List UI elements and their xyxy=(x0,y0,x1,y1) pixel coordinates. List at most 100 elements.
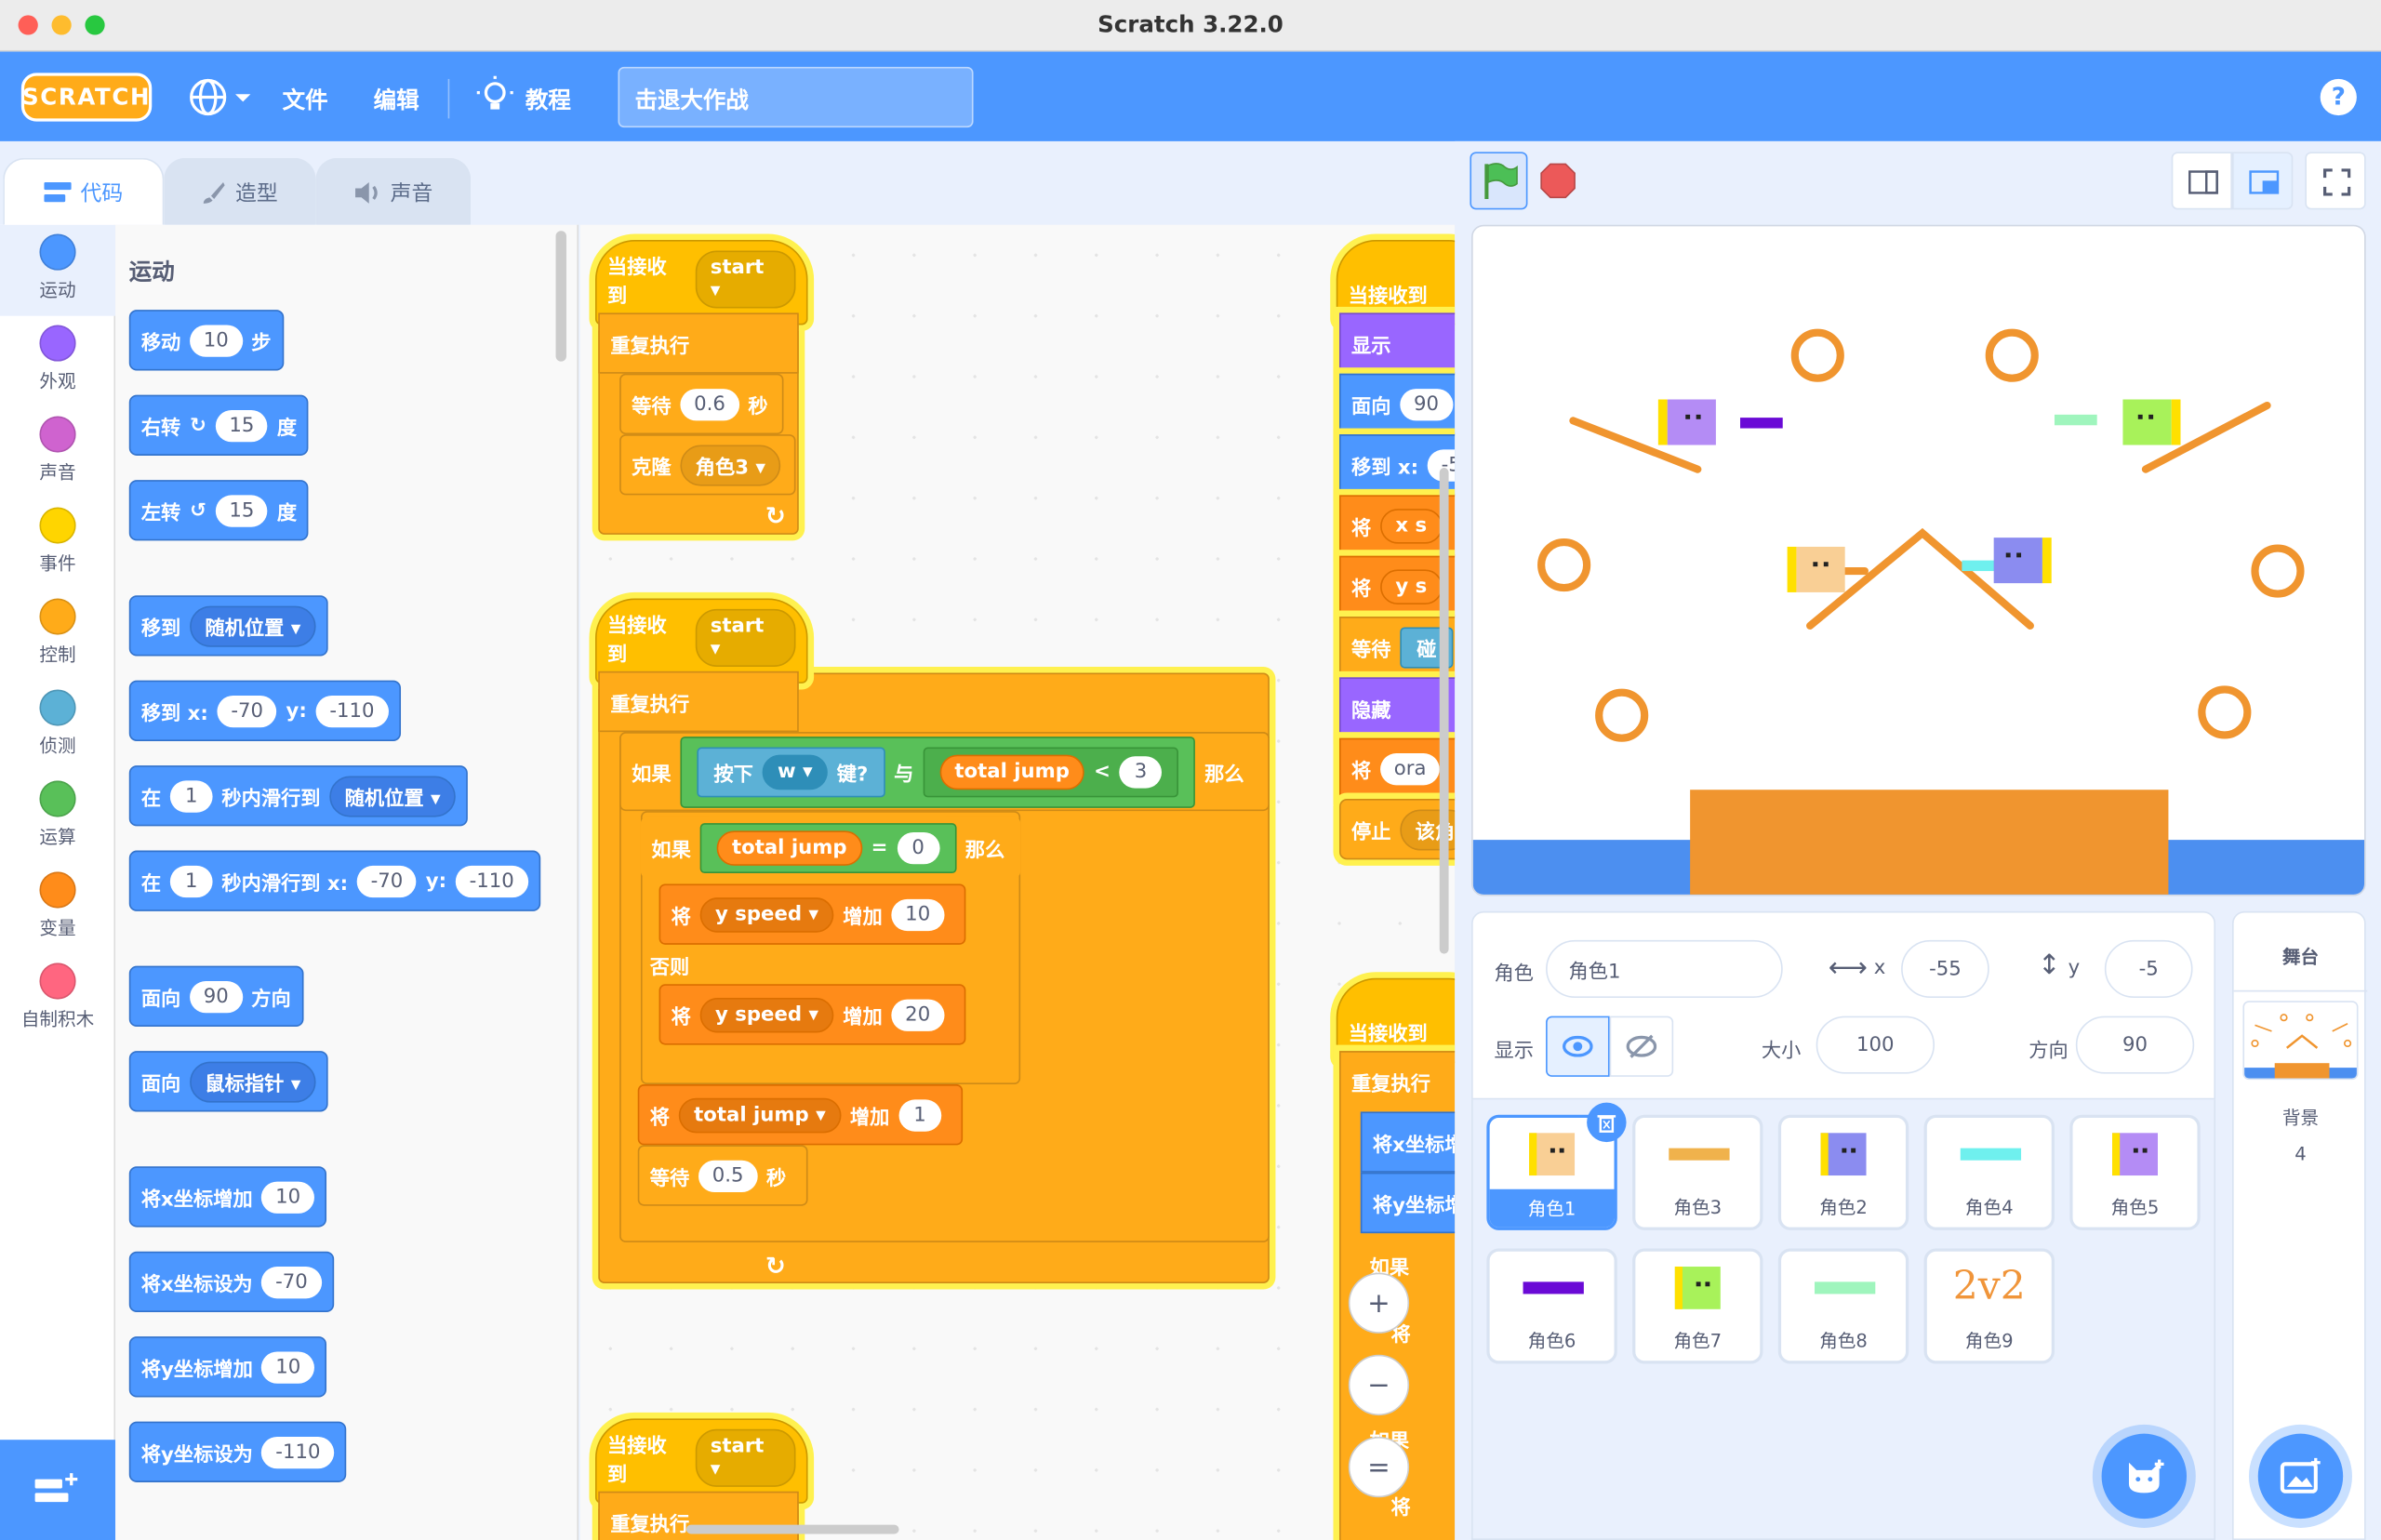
workspace-v-scrollbar[interactable] xyxy=(1439,468,1449,954)
and-operator[interactable]: 按下 w ▾ 键? 与 total jump <3 xyxy=(680,736,1196,808)
tab-code[interactable]: 代码 xyxy=(3,157,165,225)
palette-scrollbar[interactable] xyxy=(555,231,566,362)
block-input[interactable]: 1 xyxy=(169,779,213,812)
glide-xy-block[interactable]: 在 1 秒内滑行到 x: -70 y: -110 xyxy=(128,850,540,911)
block-input[interactable]: 20 xyxy=(891,998,944,1031)
scratch-logo[interactable]: SCRATCH xyxy=(20,73,153,122)
move-steps-block[interactable]: 移动 10 步 xyxy=(128,310,284,371)
help-button[interactable]: ? xyxy=(2320,78,2357,116)
message-dropdown[interactable]: start ▾ xyxy=(695,608,796,667)
direction-input[interactable]: 90 xyxy=(2075,1016,2195,1074)
sprite-tile[interactable]: 角色3 xyxy=(1632,1114,1763,1230)
goto-block[interactable]: 移到 随机位置 ▾ xyxy=(128,595,328,657)
block-input[interactable]: 15 xyxy=(215,494,269,526)
set-y-block[interactable]: 将y坐标设为 -110 xyxy=(128,1421,347,1482)
large-stage-button[interactable] xyxy=(2231,152,2294,210)
if-else-block[interactable]: 如果 total jump = 0 那么 xyxy=(640,816,1021,878)
stage-thumbnail[interactable] xyxy=(2242,1001,2359,1081)
variable-reporter[interactable]: total jump xyxy=(939,753,1085,790)
block-input[interactable]: -110 xyxy=(315,695,389,727)
stop-button[interactable] xyxy=(1540,163,1576,199)
category-operators[interactable]: 运算 xyxy=(0,772,115,863)
sprite-tile[interactable]: 角色5 xyxy=(2069,1114,2201,1230)
show-block[interactable]: 显示 xyxy=(1338,312,1456,374)
point-towards-block[interactable]: 面向 鼠标指针 ▾ xyxy=(128,1051,328,1112)
variable-dropdown[interactable]: y speed ▾ xyxy=(699,896,834,932)
turn-right-block[interactable]: 右转 ↻ 15 度 xyxy=(128,394,310,456)
set-x-block[interactable]: 将x坐标设为 -70 xyxy=(128,1251,334,1313)
add-extension-button[interactable] xyxy=(0,1440,116,1540)
change-y-block[interactable]: 将y坐标增加 10 xyxy=(128,1336,327,1398)
block-input[interactable]: 10 xyxy=(261,1350,315,1383)
variable-dropdown[interactable]: total jump ▾ xyxy=(678,1096,842,1133)
category-sensing[interactable]: 侦测 xyxy=(0,681,115,772)
sprite-name-input[interactable]: 角色1 xyxy=(1546,939,1783,998)
equals-operator[interactable]: total jump = 0 xyxy=(699,822,956,873)
sprite-tile[interactable]: 角色8 xyxy=(1777,1248,1909,1364)
wait-block[interactable]: 等待 0.5 秒 xyxy=(637,1145,808,1206)
change-variable-block[interactable]: 将 y speed ▾ 增加 20 xyxy=(658,984,966,1045)
block-input[interactable]: 10 xyxy=(261,1180,314,1214)
choose-backdrop-button[interactable] xyxy=(2257,1433,2344,1520)
block-input[interactable]: 0 xyxy=(897,831,939,864)
category-events[interactable]: 事件 xyxy=(0,498,115,590)
tutorials-menu[interactable]: 教程 xyxy=(476,75,583,119)
category-sound[interactable]: 声音 xyxy=(0,407,115,498)
block-input[interactable]: 90 xyxy=(1400,388,1453,420)
code-workspace[interactable]: 当接收到 start ▾ 重复执行 等待 0.6 秒 克隆 角色3 ▾ ↻ 当接收到 st… xyxy=(579,224,1456,1540)
zoom-reset-button[interactable]: = xyxy=(1348,1436,1410,1498)
stop-block[interactable]: 停止 该角 xyxy=(1338,799,1456,860)
block-input[interactable]: 1 xyxy=(169,865,213,897)
file-menu[interactable]: 文件 xyxy=(283,84,328,115)
size-input[interactable]: 100 xyxy=(1816,1016,1935,1074)
choose-sprite-button[interactable] xyxy=(2101,1433,2188,1520)
point-direction-block[interactable]: 面向 90 方向 xyxy=(128,965,303,1028)
block-input[interactable]: -110 xyxy=(455,865,528,897)
change-y-block[interactable]: 将y坐标增 xyxy=(1360,1172,1456,1234)
create-clone-block[interactable]: 克隆 角色3 ▾ xyxy=(619,434,796,496)
hide-block[interactable]: 隐藏 xyxy=(1338,677,1456,738)
block-input[interactable]: 10 xyxy=(190,324,243,356)
project-title-input[interactable]: 击退大作战 xyxy=(618,66,974,128)
block-input[interactable]: -70 xyxy=(217,695,277,727)
glide-block[interactable]: 在 1 秒内滑行到 随机位置 ▾ xyxy=(128,765,469,827)
block-input[interactable]: 10 xyxy=(891,898,944,931)
sprite-tile[interactable]: 角色2 xyxy=(1777,1114,1909,1230)
zoom-in-button[interactable]: + xyxy=(1348,1272,1410,1334)
language-menu[interactable] xyxy=(180,73,264,121)
message-dropdown[interactable]: start ▾ xyxy=(695,250,796,309)
fullscreen-button[interactable] xyxy=(2305,152,2366,210)
category-my-blocks[interactable]: 自制积木 xyxy=(0,954,115,1045)
sprite-tile[interactable]: 角色7 xyxy=(1632,1248,1763,1364)
goto-xy-block[interactable]: 移到 x: -70 y: -110 xyxy=(128,680,401,741)
block-input[interactable]: ora xyxy=(1380,752,1441,785)
change-x-block[interactable]: 将x坐标增 xyxy=(1360,1111,1456,1173)
key-pressed-sensing[interactable]: 按下 w ▾ 键? xyxy=(697,746,885,797)
turn-left-block[interactable]: 左转 ↺ 15 度 xyxy=(128,480,310,541)
point-towards-dropdown[interactable]: 鼠标指针 ▾ xyxy=(190,1060,316,1102)
block-input[interactable]: -70 xyxy=(261,1266,322,1298)
clone-dropdown[interactable]: 角色3 ▾ xyxy=(680,444,781,485)
x-position-input[interactable]: -55 xyxy=(1901,939,1989,998)
wait-block[interactable]: 等待 0.6 秒 xyxy=(619,373,784,435)
key-dropdown[interactable]: w ▾ xyxy=(762,753,828,790)
stage-canvas[interactable] xyxy=(1471,224,2366,896)
variable-dropdown[interactable]: y speed ▾ xyxy=(699,997,834,1032)
set-variable-block[interactable]: 将y s xyxy=(1338,555,1456,617)
category-variables[interactable]: 变量 xyxy=(0,863,115,954)
block-input[interactable]: 0.6 xyxy=(680,388,739,420)
workspace-h-scrollbar[interactable] xyxy=(685,1524,899,1534)
goto-dropdown[interactable]: 随机位置 ▾ xyxy=(190,604,316,646)
change-variable-block[interactable]: 将 y speed ▾ 增加 10 xyxy=(658,883,966,945)
variable-reporter[interactable]: total jump xyxy=(716,830,862,866)
set-variable-block[interactable]: 将x s xyxy=(1338,495,1456,556)
edit-menu[interactable]: 编辑 xyxy=(374,84,419,115)
small-stage-button[interactable] xyxy=(2171,152,2232,210)
goto-xy-block[interactable]: 移到 x:-5 xyxy=(1338,434,1456,496)
y-position-input[interactable]: -5 xyxy=(2104,939,2193,998)
wait-until-block[interactable]: 等待碰 xyxy=(1338,617,1456,678)
sprite-tile[interactable]: 2v2 角色9 xyxy=(1923,1248,2055,1364)
variable-dropdown[interactable]: y s xyxy=(1380,568,1443,604)
change-x-block[interactable]: 将x坐标增加 10 xyxy=(128,1166,326,1228)
tab-sounds[interactable]: 声音 xyxy=(315,157,472,225)
